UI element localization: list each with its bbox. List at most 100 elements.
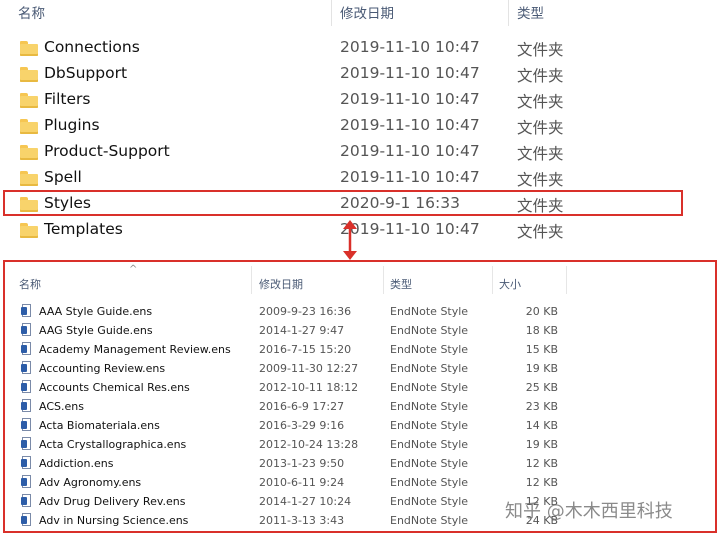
folder-icon [20,67,38,82]
file-name: Adv Drug Delivery Rev.ens [39,495,186,508]
file-name: Accounts Chemical Res.ens [39,381,190,394]
file-name: Adv Agronomy.ens [39,476,142,489]
column-divider[interactable] [492,266,493,294]
folder-type: 文件夹 [517,41,564,59]
column-divider[interactable] [251,266,252,294]
folder-date: 2019-11-10 10:47 [340,220,480,238]
file-row[interactable]: AAG Style Guide.ens 2014-1-27 9:47 EndNo… [5,321,715,340]
file-date: 2012-10-11 18:12 [259,381,359,394]
file-date: 2009-11-30 12:27 [259,362,359,375]
file-type: EndNote Style [390,324,469,337]
endnote-style-file-icon [21,304,32,318]
folder-type: 文件夹 [517,67,564,85]
endnote-style-file-icon [21,380,32,394]
folder-icon [20,93,38,108]
file-date: 2016-6-9 17:27 [259,400,345,413]
file-row[interactable]: Academy Management Review.ens 2016-7-15 … [5,340,715,359]
file-name: Acta Crystallographica.ens [39,438,187,451]
file-type: EndNote Style [390,381,469,394]
folder-type: 文件夹 [517,223,564,241]
file-row[interactable]: Acta Biomateriala.ens 2016-3-29 9:16 End… [5,416,715,435]
endnote-style-file-icon [21,399,32,413]
file-date: 2011-3-13 3:43 [259,514,345,527]
folder-date: 2019-11-10 10:47 [340,116,480,134]
endnote-style-file-icon [21,418,32,432]
file-size: 15 KB [525,343,558,356]
styles-folder-contents: ^ 名称 修改日期 类型 大小 AAA Style Guide.ens 2009… [3,260,717,533]
file-size: 25 KB [525,381,558,394]
folder-row[interactable]: DbSupport 2019-11-10 10:47 文件夹 [0,60,720,86]
file-type: EndNote Style [390,495,469,508]
bottom-column-date[interactable]: 修改日期 [259,276,303,292]
folder-date: 2019-11-10 10:47 [340,64,480,82]
endnote-style-file-icon [21,475,32,489]
endnote-style-file-icon [21,361,32,375]
folder-name: Templates [44,220,123,238]
file-row[interactable]: Accounting Review.ens 2009-11-30 12:27 E… [5,359,715,378]
file-row[interactable]: AAA Style Guide.ens 2009-9-23 16:36 EndN… [5,302,715,321]
folder-row[interactable]: Spell 2019-11-10 10:47 文件夹 [0,164,720,190]
file-type: EndNote Style [390,343,469,356]
folder-row[interactable]: Connections 2019-11-10 10:47 文件夹 [0,34,720,60]
bottom-column-name[interactable]: 名称 [19,276,41,292]
endnote-style-file-icon [21,494,32,508]
file-date: 2013-1-23 9:50 [259,457,345,470]
file-name: Accounting Review.ens [39,362,166,375]
bottom-column-header: ^ 名称 修改日期 类型 大小 [5,262,715,298]
folder-type: 文件夹 [517,119,564,137]
file-type: EndNote Style [390,476,469,489]
file-type: EndNote Style [390,514,469,527]
file-type: EndNote Style [390,457,469,470]
top-column-date[interactable]: 修改日期 [340,2,394,22]
file-type: EndNote Style [390,362,469,375]
folder-icon [20,145,38,160]
folder-name: DbSupport [44,64,128,82]
file-row[interactable]: Accounts Chemical Res.ens 2012-10-11 18:… [5,378,715,397]
file-size: 12 KB [525,457,558,470]
folder-row[interactable]: Templates 2019-11-10 10:47 文件夹 [0,216,720,242]
folder-type: 文件夹 [517,145,564,163]
folder-name: Filters [44,90,91,108]
folder-name: Spell [44,168,82,186]
folder-row[interactable]: Product-Support 2019-11-10 10:47 文件夹 [0,138,720,164]
file-type: EndNote Style [390,400,469,413]
file-name: Academy Management Review.ens [39,343,231,356]
file-row[interactable]: Addiction.ens 2013-1-23 9:50 EndNote Sty… [5,454,715,473]
file-date: 2009-9-23 16:36 [259,305,352,318]
styles-highlight-box [3,190,683,216]
endnote-style-file-icon [21,437,32,451]
file-type: EndNote Style [390,438,469,451]
file-date: 2012-10-24 13:28 [259,438,359,451]
file-row[interactable]: Acta Crystallographica.ens 2012-10-24 13… [5,435,715,454]
file-name: Acta Biomateriala.ens [39,419,160,432]
file-size: 20 KB [525,305,558,318]
column-divider[interactable] [331,0,332,26]
file-date: 2014-1-27 9:47 [259,324,345,337]
folder-name: Plugins [44,116,100,134]
file-size: 19 KB [525,362,558,375]
top-column-name[interactable]: 名称 [18,2,45,22]
file-size: 23 KB [525,400,558,413]
folder-icon [20,119,38,134]
endnote-style-file-icon [21,456,32,470]
folder-row[interactable]: Plugins 2019-11-10 10:47 文件夹 [0,112,720,138]
folder-date: 2019-11-10 10:47 [340,90,480,108]
endnote-style-file-icon [21,513,32,527]
file-name: Addiction.ens [39,457,114,470]
column-divider[interactable] [566,266,567,294]
folder-date: 2019-11-10 10:47 [340,142,480,160]
file-name: Adv in Nursing Science.ens [39,514,189,527]
bottom-column-type[interactable]: 类型 [390,276,412,292]
endnote-style-file-icon [21,323,32,337]
top-column-type[interactable]: 类型 [517,2,544,22]
folder-row[interactable]: Filters 2019-11-10 10:47 文件夹 [0,86,720,112]
column-divider[interactable] [508,0,509,26]
file-name: ACS.ens [39,400,84,413]
folder-name: Connections [44,38,140,56]
file-row[interactable]: Adv Agronomy.ens 2010-6-11 9:24 EndNote … [5,473,715,492]
folder-type: 文件夹 [517,93,564,111]
file-size: 19 KB [525,438,558,451]
file-row[interactable]: ACS.ens 2016-6-9 17:27 EndNote Style 23 … [5,397,715,416]
column-divider[interactable] [383,266,384,294]
bottom-column-size[interactable]: 大小 [499,276,521,292]
